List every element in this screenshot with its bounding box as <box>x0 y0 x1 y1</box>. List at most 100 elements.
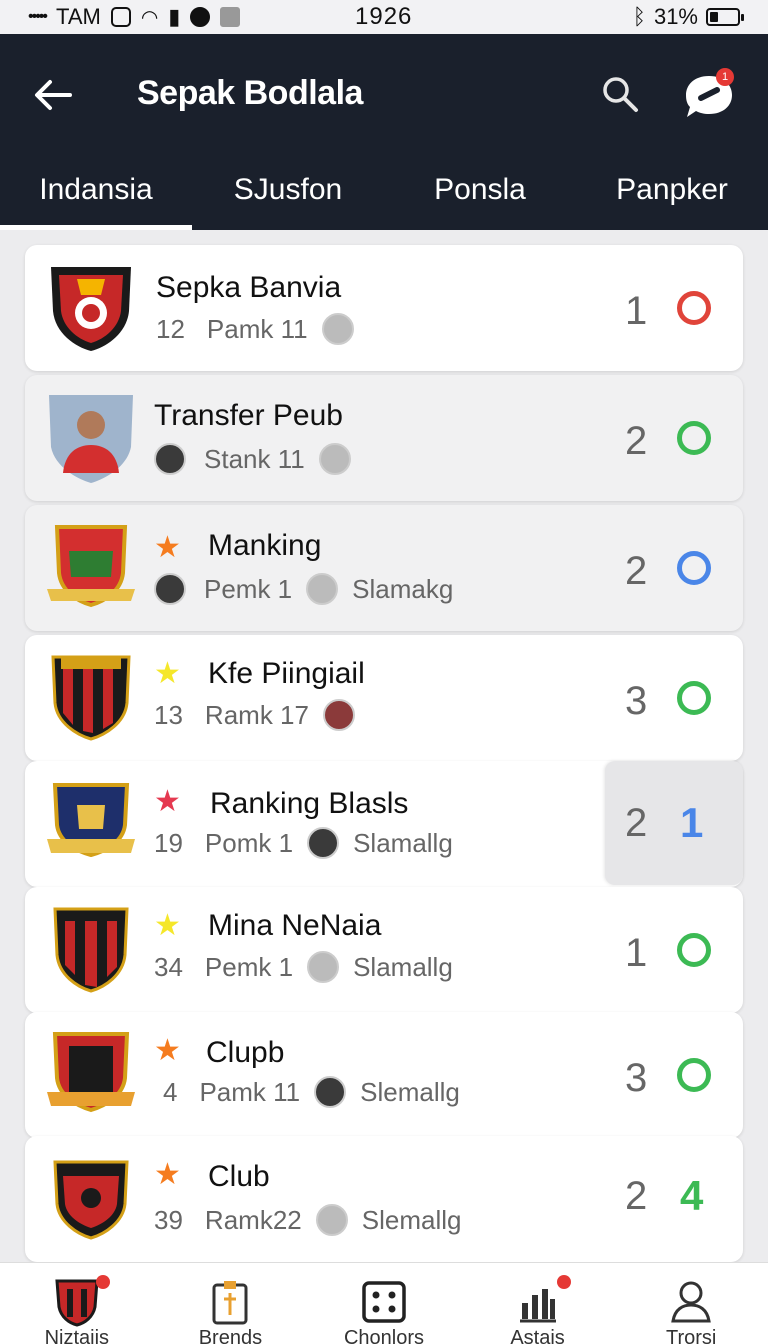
nav-astais[interactable]: Astais <box>461 1263 615 1344</box>
nav-label: Niztajis <box>44 1327 110 1344</box>
star-icon: ★ <box>154 1034 181 1067</box>
item-name: Clupb <box>206 1036 285 1069</box>
chat-badge: 1 <box>716 68 734 86</box>
item-extra: Slamallg <box>353 951 453 982</box>
list-item[interactable]: ★ Kfe Piingiail 13 Ramk 17 3 <box>25 635 743 761</box>
list-item[interactable]: ★ Manking Pemk 1 Slamakg 2 <box>25 505 743 631</box>
battery-icon <box>706 8 744 26</box>
item-position: Ramk22 <box>204 1204 302 1235</box>
item-meta: 4 Pamk 11 Slemallg <box>163 1076 460 1108</box>
status-circle-indicator <box>677 933 711 967</box>
clipboard-icon <box>212 1281 248 1325</box>
player-avatar <box>314 1076 347 1108</box>
nav-niztajis[interactable]: Niztajis <box>0 1263 154 1344</box>
item-rank: 2 <box>625 419 648 463</box>
item-meta: 19 Pomk 1 Slamallg <box>154 827 453 859</box>
star-icon: ★ <box>154 785 181 818</box>
item-name: Mina NeNaia <box>208 909 382 942</box>
nav-brends[interactable]: Brends <box>154 1263 308 1344</box>
club-crest-icon <box>51 267 131 351</box>
list-item[interactable]: ★ Club 39 Ramk22 Slemallg 2 4 <box>25 1136 743 1262</box>
item-rank: 3 <box>625 679 648 723</box>
bottom-navigation: Niztajis Brends Chonlors Astais Trorsi <box>0 1262 768 1344</box>
item-number: 19 <box>154 827 183 858</box>
item-rank: 2 <box>625 801 648 845</box>
list-item[interactable]: Sepka Banvia 12 Pamk 11 1 <box>25 245 743 371</box>
item-extra: Slamallg <box>353 827 453 858</box>
item-name: Sepka Banvia <box>156 271 342 304</box>
list-item[interactable]: ★ Clupb 4 Pamk 11 Slemallg 3 <box>25 1012 743 1138</box>
club-crest-icon <box>51 655 131 741</box>
team-avatar <box>318 443 351 475</box>
nav-badge <box>556 1275 571 1289</box>
nav-label: Astais <box>510 1327 565 1344</box>
bar-chart-icon <box>519 1289 556 1323</box>
status-circle-indicator <box>677 551 711 585</box>
list-item[interactable]: ★ Mina NeNaia 34 Pemk 1 Slamallg 1 <box>25 887 743 1013</box>
item-number: 39 <box>154 1204 183 1235</box>
tab-ponsla[interactable]: Ponsla <box>384 150 576 230</box>
nav-label: Chonlors <box>343 1327 424 1344</box>
search-icon <box>603 77 638 112</box>
star-icon: ★ <box>154 1158 181 1191</box>
club-crest-icon <box>47 1032 135 1113</box>
item-name: Transfer Peub <box>154 399 343 432</box>
item-rank: 1 <box>625 289 648 333</box>
player-avatar <box>321 313 354 345</box>
team-avatar <box>315 1204 348 1236</box>
nav-chonlors[interactable]: Chonlors <box>307 1263 461 1344</box>
nav-trorsi[interactable]: Trorsi <box>614 1263 768 1344</box>
item-meta: 13 Ramk 17 <box>154 699 355 731</box>
item-position: Pemk 1 <box>204 573 293 604</box>
dice-icon <box>362 1281 406 1323</box>
club-crest-icon <box>47 525 135 608</box>
star-icon: ★ <box>154 909 181 942</box>
item-position: Ramk 17 <box>204 699 309 730</box>
item-rank: 1 <box>625 931 648 975</box>
team-avatar <box>306 573 339 605</box>
carrier-name: TAM <box>56 4 101 29</box>
bluetooth-icon: ᛒ <box>632 4 646 29</box>
tab-panpker[interactable]: Panpker <box>576 150 768 230</box>
status-circle-indicator <box>677 291 711 325</box>
item-number: 4 <box>163 1076 178 1107</box>
item-name: Manking <box>208 529 322 562</box>
club-crest-icon <box>55 1279 99 1327</box>
item-position: Pamk 11 <box>199 1076 301 1107</box>
cellular-icon: ▮ <box>168 4 181 29</box>
chat-button[interactable]: 1 <box>680 68 738 124</box>
player-photo-icon <box>49 395 133 483</box>
club-crest-icon <box>53 907 129 993</box>
status-circle-indicator <box>677 681 711 715</box>
item-number: 13 <box>154 699 183 730</box>
item-number: 34 <box>154 951 183 982</box>
indicator-number: 4 <box>680 1172 704 1219</box>
arrow-left-icon <box>35 80 72 110</box>
tab-bar: Indansia SJusfon Ponsla Panpker <box>0 150 768 230</box>
tab-indansia[interactable]: Indansia <box>0 150 192 230</box>
back-button[interactable] <box>30 72 76 118</box>
tab-sjusfon[interactable]: SJusfon <box>192 150 384 230</box>
list-item[interactable]: Transfer Peub Stank 11 2 <box>25 375 743 501</box>
item-position: Stank 11 <box>204 443 305 474</box>
item-extra: Slamakg <box>352 573 454 604</box>
item-position: Pamk 11 <box>206 313 308 344</box>
item-meta: 34 Pemk 1 Slamallg <box>154 951 453 983</box>
wifi-icon: ◠ <box>140 6 159 29</box>
nav-label: Trorsi <box>665 1327 717 1344</box>
item-meta: 39 Ramk22 Slemallg <box>154 1204 461 1236</box>
gallery-icon <box>220 7 241 27</box>
player-avatar <box>154 573 186 605</box>
item-rank: 2 <box>625 549 648 593</box>
item-name: Ranking Blasls <box>210 787 409 820</box>
item-rank: 2 <box>625 1174 648 1218</box>
item-meta: Pemk 1 Slamakg <box>154 573 453 605</box>
item-meta: 12 Pamk 11 <box>156 313 354 345</box>
player-avatar <box>322 699 355 731</box>
list-item[interactable]: ★ Ranking Blasls 19 Pomk 1 Slamallg 2 1 <box>25 761 743 887</box>
app-bar: Sepak Bodlala 1 Indansia SJusfon Ponsla … <box>0 34 768 230</box>
item-extra: Slemallg <box>361 1204 462 1235</box>
search-button[interactable] <box>600 74 640 114</box>
notification-icon <box>110 7 131 27</box>
item-extra: Slemallg <box>360 1076 460 1107</box>
